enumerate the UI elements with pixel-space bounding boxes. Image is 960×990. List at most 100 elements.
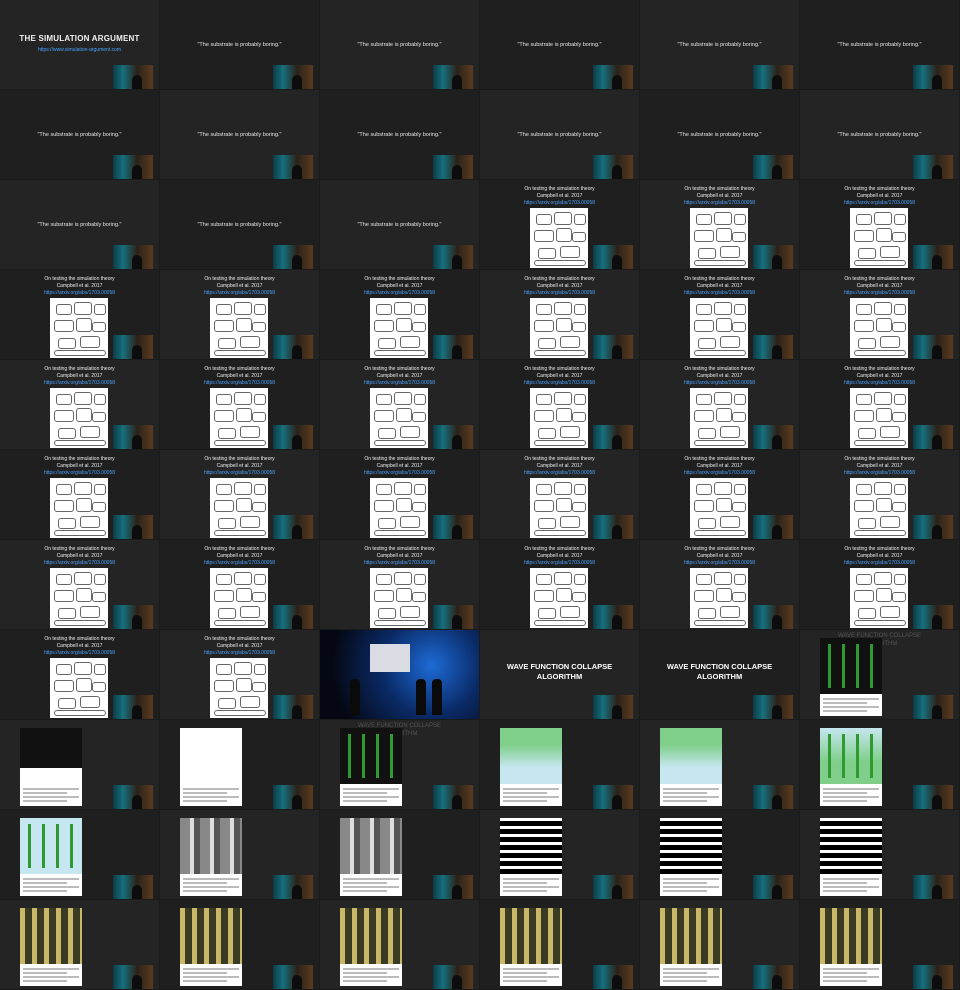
video-frame[interactable]: On testing the simulation theory Campbell… <box>320 270 479 359</box>
video-frame[interactable]: On testing the simulation theory Campbell… <box>160 450 319 539</box>
paper-link[interactable]: https://arxiv.org/abs/1703.00058 <box>800 560 959 567</box>
video-frame[interactable]: "The substrate is probably boring." <box>160 0 319 89</box>
paper-link[interactable]: https://arxiv.org/abs/1703.00058 <box>160 470 319 477</box>
video-frame[interactable]: On testing the simulation theory Campbell… <box>320 360 479 449</box>
paper-link[interactable]: https://arxiv.org/abs/1703.00058 <box>480 560 639 567</box>
paper-link[interactable]: https://arxiv.org/abs/1703.00058 <box>480 380 639 387</box>
paper-link[interactable]: https://arxiv.org/abs/1703.00058 <box>320 290 479 297</box>
paper-link[interactable]: https://arxiv.org/abs/1703.00058 <box>800 290 959 297</box>
video-frame[interactable]: On testing the simulation theory Campbell… <box>800 450 959 539</box>
paper-link[interactable]: https://arxiv.org/abs/1703.00058 <box>640 200 799 207</box>
video-frame[interactable]: On testing the simulation theory Campbell… <box>640 540 799 629</box>
paper-link[interactable]: https://arxiv.org/abs/1703.00058 <box>160 290 319 297</box>
video-frame[interactable]: On testing the simulation theory Campbell… <box>640 360 799 449</box>
paper-link[interactable]: https://arxiv.org/abs/1703.00058 <box>320 380 479 387</box>
video-frame[interactable]: On testing the simulation theory Campbell… <box>480 180 639 269</box>
video-frame[interactable] <box>320 810 479 899</box>
video-frame[interactable]: "The substrate is probably boring." <box>0 90 159 179</box>
paper-link[interactable]: https://arxiv.org/abs/1703.00058 <box>320 470 479 477</box>
video-frame[interactable]: "The substrate is probably boring." <box>320 0 479 89</box>
paper-authors: Campbell et al. 2017 <box>696 553 743 559</box>
video-frame[interactable]: On testing the simulation theory Campbell… <box>640 270 799 359</box>
video-frame[interactable]: On testing the simulation theory Campbell… <box>800 270 959 359</box>
video-frame[interactable] <box>320 900 479 989</box>
video-frame[interactable]: On testing the simulation theory Campbell… <box>160 540 319 629</box>
video-frame[interactable]: On testing the simulation theory Campbell… <box>320 450 479 539</box>
paper-link[interactable]: https://arxiv.org/abs/1703.00058 <box>0 380 159 387</box>
video-frame[interactable]: On testing the simulation theory Campbell… <box>160 630 319 719</box>
paper-link[interactable]: https://arxiv.org/abs/1703.00058 <box>0 470 159 477</box>
paper-link[interactable]: https://arxiv.org/abs/1703.00058 <box>0 290 159 297</box>
video-frame[interactable] <box>0 810 159 899</box>
video-frame[interactable]: On testing the simulation theory Campbell… <box>800 180 959 269</box>
video-frame[interactable]: On testing the simulation theory Campbell… <box>480 270 639 359</box>
video-frame[interactable] <box>480 900 639 989</box>
video-frame[interactable]: THE SIMULATION ARGUMENT https://www.simul… <box>0 0 159 89</box>
paper-link[interactable]: https://arxiv.org/abs/1703.00058 <box>160 380 319 387</box>
slide-link[interactable]: https://www.simulation-argument.com <box>0 47 159 53</box>
video-frame[interactable]: On testing the simulation theory Campbell… <box>800 540 959 629</box>
video-frame[interactable] <box>160 900 319 989</box>
paper-link[interactable]: https://arxiv.org/abs/1703.00058 <box>0 560 159 567</box>
video-frame[interactable]: "The substrate is probably boring." <box>320 90 479 179</box>
video-frame[interactable]: "The substrate is probably boring." <box>320 180 479 269</box>
video-frame[interactable] <box>160 720 319 809</box>
video-frame[interactable]: On testing the simulation theory Campbell… <box>0 450 159 539</box>
video-frame[interactable]: "The substrate is probably boring." <box>640 0 799 89</box>
video-frame[interactable]: "The substrate is probably boring." <box>0 180 159 269</box>
video-frame[interactable] <box>160 810 319 899</box>
video-frame[interactable] <box>320 630 479 719</box>
video-frame[interactable]: On testing the simulation theory Campbell… <box>0 360 159 449</box>
video-frame[interactable]: "The substrate is probably boring." <box>800 0 959 89</box>
video-frame[interactable] <box>480 720 639 809</box>
video-frame[interactable] <box>640 900 799 989</box>
tweet-text-line <box>823 968 879 970</box>
video-frame[interactable]: "The substrate is probably boring." <box>480 90 639 179</box>
video-frame[interactable]: WAVE FUNCTION COLLAPSEALGORITHM <box>320 720 479 809</box>
video-frame[interactable]: WAVE FUNCTION COLLAPSEALGORITHM <box>480 630 639 719</box>
video-frame[interactable]: On testing the simulation theory Campbell… <box>480 540 639 629</box>
video-frame[interactable] <box>640 810 799 899</box>
video-frame[interactable] <box>800 900 959 989</box>
video-frame[interactable]: On testing the simulation theory Campbell… <box>640 450 799 539</box>
video-frame[interactable] <box>800 810 959 899</box>
paper-link[interactable]: https://arxiv.org/abs/1703.00058 <box>320 560 479 567</box>
paper-link[interactable]: https://arxiv.org/abs/1703.00058 <box>0 650 159 657</box>
video-frame[interactable]: On testing the simulation theory Campbell… <box>480 450 639 539</box>
video-frame[interactable]: "The substrate is probably boring." <box>160 180 319 269</box>
paper-link[interactable]: https://arxiv.org/abs/1703.00058 <box>640 380 799 387</box>
video-frame[interactable]: On testing the simulation theory Campbell… <box>800 360 959 449</box>
video-frame[interactable] <box>480 810 639 899</box>
plant-vine <box>828 734 831 778</box>
paper-link[interactable]: https://arxiv.org/abs/1703.00058 <box>800 380 959 387</box>
paper-link[interactable]: https://arxiv.org/abs/1703.00058 <box>160 560 319 567</box>
video-frame[interactable]: On testing the simulation theory Campbell… <box>160 360 319 449</box>
video-frame[interactable] <box>0 720 159 809</box>
video-frame[interactable]: On testing the simulation theory Campbell… <box>320 540 479 629</box>
paper-link[interactable]: https://arxiv.org/abs/1703.00058 <box>160 650 319 657</box>
video-frame[interactable]: "The substrate is probably boring." <box>480 0 639 89</box>
paper-link[interactable]: https://arxiv.org/abs/1703.00058 <box>480 200 639 207</box>
paper-link[interactable]: https://arxiv.org/abs/1703.00058 <box>640 470 799 477</box>
paper-link[interactable]: https://arxiv.org/abs/1703.00058 <box>800 470 959 477</box>
video-frame[interactable]: On testing the simulation theory Campbell… <box>0 540 159 629</box>
video-frame[interactable]: "The substrate is probably boring." <box>640 90 799 179</box>
paper-link[interactable]: https://arxiv.org/abs/1703.00058 <box>640 560 799 567</box>
video-frame[interactable] <box>800 720 959 809</box>
video-frame[interactable]: On testing the simulation theory Campbell… <box>160 270 319 359</box>
video-frame[interactable]: "The substrate is probably boring." <box>160 90 319 179</box>
paper-link[interactable]: https://arxiv.org/abs/1703.00058 <box>640 290 799 297</box>
paper-title: On testing the simulation theory <box>44 366 115 372</box>
video-frame[interactable]: On testing the simulation theory Campbell… <box>0 270 159 359</box>
video-frame[interactable]: On testing the simulation theory Campbell… <box>0 630 159 719</box>
video-frame[interactable]: WAVE FUNCTION COLLAPSEALGORITHM <box>800 630 959 719</box>
paper-link[interactable]: https://arxiv.org/abs/1703.00058 <box>480 290 639 297</box>
video-frame[interactable]: On testing the simulation theory Campbell… <box>480 360 639 449</box>
video-frame[interactable] <box>0 900 159 989</box>
paper-link[interactable]: https://arxiv.org/abs/1703.00058 <box>480 470 639 477</box>
video-frame[interactable] <box>640 720 799 809</box>
video-frame[interactable]: WAVE FUNCTION COLLAPSEALGORITHM <box>640 630 799 719</box>
video-frame[interactable]: "The substrate is probably boring." <box>800 90 959 179</box>
paper-link[interactable]: https://arxiv.org/abs/1703.00058 <box>800 200 959 207</box>
video-frame[interactable]: On testing the simulation theory Campbell… <box>640 180 799 269</box>
